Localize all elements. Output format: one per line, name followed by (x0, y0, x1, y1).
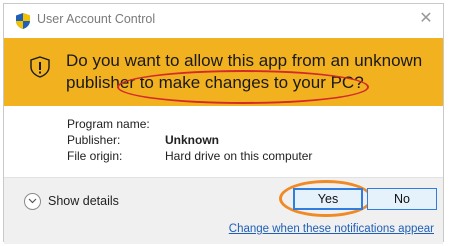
question-line-2: publisher to make changes to your PC? (66, 73, 364, 92)
yes-button[interactable]: Yes (293, 188, 363, 210)
dialog-footer: Show details Yes No Change when these no… (4, 177, 443, 244)
uac-dialog: User Account Control ✕ Do you want to al… (3, 3, 444, 244)
no-button-label: No (394, 192, 410, 206)
consent-question: Do you want to allow this app from an un… (66, 50, 426, 94)
change-notifications-link[interactable]: Change when these notifications appear (229, 223, 434, 235)
program-details: Program name: Publisher: Unknown File or… (4, 106, 443, 171)
publisher-value: Unknown (165, 133, 219, 147)
close-icon: ✕ (419, 10, 433, 27)
close-button[interactable]: ✕ (417, 10, 435, 28)
file-origin-label: File origin: (67, 149, 123, 163)
window-title: User Account Control (37, 12, 156, 26)
question-line-1: Do you want to allow this app from an un… (66, 51, 423, 70)
file-origin-value: Hard drive on this computer (165, 149, 313, 163)
no-button[interactable]: No (367, 188, 437, 210)
warning-shield-icon (30, 56, 50, 78)
program-name-label: Program name: (67, 117, 150, 131)
title-bar: User Account Control ✕ (4, 4, 443, 36)
warning-banner: Do you want to allow this app from an un… (4, 38, 443, 106)
yes-button-label: Yes (317, 192, 339, 206)
publisher-label: Publisher: (67, 133, 121, 147)
uac-shield-icon (16, 13, 30, 29)
show-details-toggle[interactable]: Show details (24, 190, 119, 212)
chevron-down-icon (24, 192, 41, 210)
show-details-label: Show details (48, 194, 119, 208)
